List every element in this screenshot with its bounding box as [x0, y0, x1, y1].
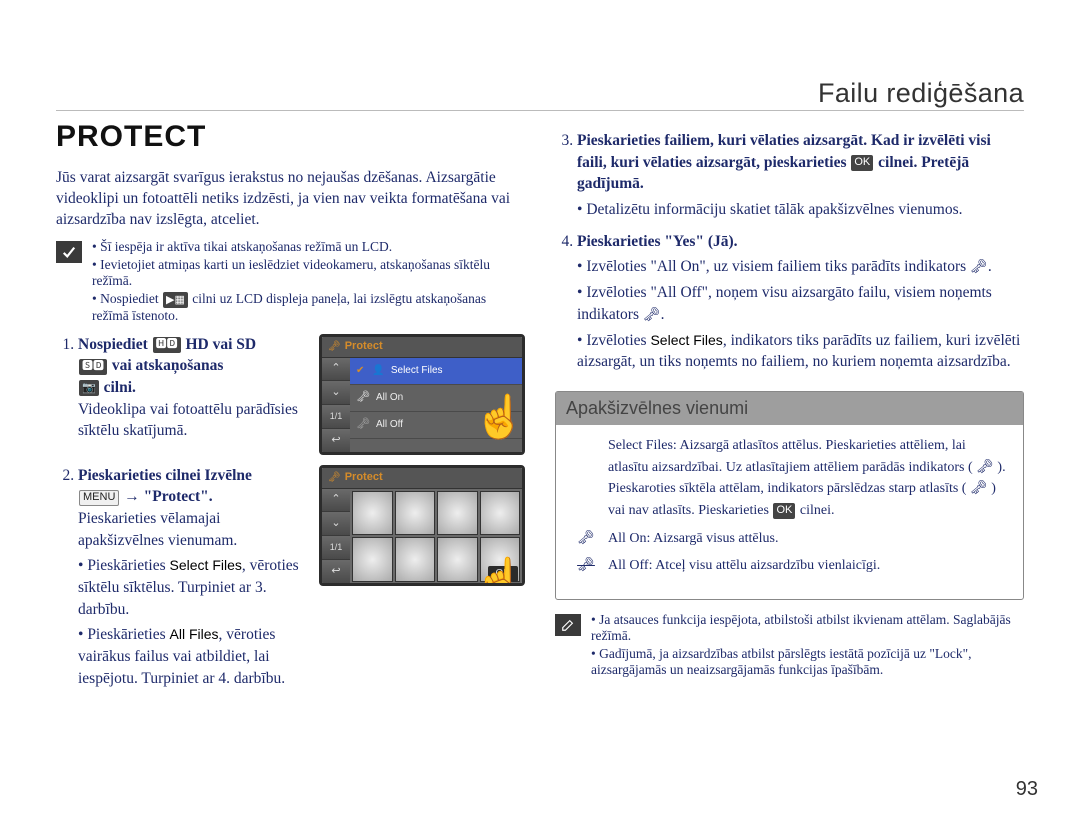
people-icon: 👤	[372, 364, 384, 378]
thumbnail[interactable]	[480, 491, 521, 536]
lcd-ok-button[interactable]: OK	[488, 566, 518, 582]
note-text: Nospiediet ▶▦ cilni uz LCD displeja pane…	[92, 291, 525, 324]
intro-paragraph: Jūs varat aizsargāt svarīgus ierakstus n…	[56, 168, 525, 231]
note-text: Gadījumā, ja aizsardzības atbilst pārslē…	[591, 646, 1024, 678]
thumbnail[interactable]	[352, 537, 393, 582]
key-icon: 🗝	[577, 528, 595, 550]
lcd-title: Protect	[345, 339, 383, 354]
thumbnail[interactable]	[437, 491, 478, 536]
key-icon	[356, 390, 370, 405]
lcd-back-button[interactable]: ↩	[322, 560, 350, 584]
lcd-down-button[interactable]: ⌄	[322, 381, 350, 405]
step-2: Pieskarieties cilnei Izvēlne MENU → "Pro…	[78, 465, 525, 694]
lcd-up-button[interactable]: ⌃	[322, 489, 350, 513]
lcd-counter: 1/1	[322, 405, 350, 429]
note-text: Šī iespēja ir aktīva tikai atskaņošanas …	[92, 239, 525, 255]
step-4-bullet: Izvēloties "All Off", noņem visu aizsarg…	[577, 282, 1024, 325]
step-3-bullet: Detalizētu informāciju skatiet tālāk apa…	[577, 199, 1024, 221]
thumbnail[interactable]	[395, 537, 436, 582]
key-icon	[356, 417, 370, 432]
photo-chip-icon: 📷	[79, 380, 99, 396]
ok-chip: OK	[851, 155, 873, 171]
check-icon	[56, 241, 82, 263]
key-strike-icon: 🗝	[577, 555, 595, 577]
ok-chip: OK	[773, 503, 795, 519]
page-title: PROTECT	[56, 120, 525, 154]
lcd-up-button[interactable]: ⌃	[322, 358, 350, 382]
lcd-preview-1: 🗝 Protect ⌃ ⌄ 1/1 ↩	[319, 334, 525, 455]
step-4: Pieskarieties "Yes" (Jā). Izvēloties "Al…	[577, 231, 1024, 373]
lcd-preview-2: 🗝 Protect ⌃ ⌄ 1/1 ↩	[319, 465, 525, 586]
lcd-counter: 1/1	[322, 536, 350, 560]
submenu-item: All On: Aizsargā visus attēlus.	[608, 528, 778, 550]
submenu-panel: Apakšizvēlnes vienumi Select Files: Aizs…	[555, 391, 1024, 600]
lcd-down-button[interactable]: ⌄	[322, 512, 350, 536]
lcd-menu-select-files[interactable]: 👤 Select Files	[350, 358, 522, 385]
thumbnail[interactable]	[395, 491, 436, 536]
pencil-note-icon	[555, 614, 581, 636]
key-icon: 🗝	[970, 258, 988, 278]
key-icon: 🗝	[328, 340, 341, 354]
step-4-bullet: Izvēloties "All On", uz visiem failiem t…	[577, 256, 1024, 278]
step-4-bullet: Izvēloties Select Files, indikators tiks…	[577, 330, 1024, 373]
hd-chip-icon: 🅷🅳	[153, 337, 181, 353]
menu-chip: MENU	[79, 490, 119, 506]
page-breadcrumb: Failu rediģēšana	[818, 78, 1024, 109]
submenu-title: Apakšizvēlnes vienumi	[556, 392, 1023, 425]
step-1: Nospiediet 🅷🅳 HD vai SD 🆂🅳 vai atskaņoša…	[78, 334, 525, 455]
note-text: Ievietojiet atmiņas karti un ieslēdziet …	[92, 257, 525, 289]
lcd-menu-all-on[interactable]: All On	[350, 385, 522, 412]
key-icon: 🗝	[328, 471, 341, 485]
step-2-bullet: Pieskārieties All Files, vēroties vairāk…	[78, 624, 307, 689]
note-text: Ja atsauces funkcija iespējota, atbilsto…	[591, 612, 1024, 644]
sd-chip-icon: 🆂🅳	[79, 359, 107, 375]
thumbnail[interactable]	[437, 537, 478, 582]
lcd-menu-all-off[interactable]: All Off	[350, 412, 522, 439]
lcd-title: Protect	[345, 470, 383, 485]
page-number: 93	[1016, 778, 1038, 801]
lcd-back-button[interactable]: ↩	[322, 429, 350, 453]
mode-chip-icon: ▶▦	[163, 292, 188, 308]
step-2-bullet: Pieskārieties Select Files, vēroties sīk…	[78, 555, 307, 620]
step-3: Pieskarieties failiem, kuri vēlaties aiz…	[577, 130, 1024, 221]
submenu-item: Select Files: Aizsargā atlasītos attēlus…	[608, 435, 1007, 522]
header-rule	[56, 110, 1024, 111]
submenu-item: All Off: Atceļ visu attēlu aizsardzību v…	[608, 555, 880, 577]
thumbnail[interactable]	[352, 491, 393, 536]
key-icon: 🗝	[643, 306, 661, 326]
